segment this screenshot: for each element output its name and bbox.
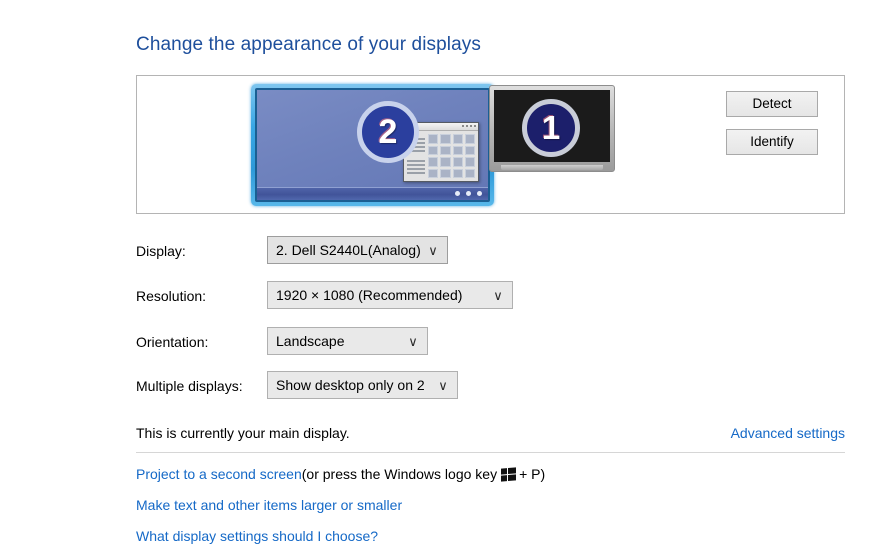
horizontal-divider [136, 452, 845, 453]
what-display-settings-line: What display settings should I choose? [136, 528, 378, 544]
multiple-displays-dropdown[interactable]: Show desktop only on 2 ∨ [267, 371, 458, 399]
display-dropdown-value: 2. Dell S2440L(Analog) [276, 242, 421, 258]
resolution-dropdown-value: 1920 × 1080 (Recommended) [276, 287, 463, 303]
monitor-preview-2[interactable]: 2 [251, 84, 494, 206]
monitor-number-badge-2: 2 [357, 101, 419, 163]
make-text-larger-line: Make text and other items larger or smal… [136, 497, 402, 513]
orientation-label: Orientation: [136, 334, 209, 350]
project-to-second-screen-link[interactable]: Project to a second screen [136, 466, 302, 482]
multiple-displays-label: Multiple displays: [136, 378, 243, 394]
project-to-second-screen-line: Project to a second screen (or press the… [136, 466, 545, 482]
monitor-2-taskbar [257, 187, 488, 200]
project-hint-prefix: (or press the Windows logo key [301, 466, 498, 482]
monitor-1-stand [501, 165, 603, 170]
resolution-dropdown[interactable]: 1920 × 1080 (Recommended) ∨ [267, 281, 513, 309]
multiple-displays-dropdown-value: Show desktop only on 2 [276, 377, 425, 393]
monitor-number-badge-1: 1 [522, 99, 580, 157]
resolution-label: Resolution: [136, 288, 207, 304]
make-text-larger-link[interactable]: Make text and other items larger or smal… [136, 497, 402, 513]
windows-logo-key-icon [501, 466, 517, 482]
taskbar-dots-icon [455, 191, 482, 196]
chevron-down-icon: ∨ [408, 333, 418, 349]
display-label: Display: [136, 243, 186, 259]
orientation-dropdown-value: Landscape [276, 333, 345, 349]
main-display-status-text: This is currently your main display. [136, 425, 350, 441]
chevron-down-icon: ∨ [428, 242, 438, 258]
what-display-settings-link[interactable]: What display settings should I choose? [136, 528, 378, 544]
detect-button[interactable]: Detect [726, 91, 818, 117]
chevron-down-icon: ∨ [493, 287, 503, 303]
monitor-preview-1[interactable]: 1 [489, 85, 615, 172]
display-preview-panel[interactable]: 2 1 Detect Identify [136, 75, 845, 214]
orientation-dropdown[interactable]: Landscape ∨ [267, 327, 428, 355]
page-title: Change the appearance of your displays [136, 34, 481, 55]
advanced-settings-link[interactable]: Advanced settings [731, 425, 845, 441]
identify-button[interactable]: Identify [726, 129, 818, 155]
project-hint-suffix: + P) [519, 466, 546, 482]
chevron-down-icon: ∨ [438, 377, 448, 393]
display-dropdown[interactable]: 2. Dell S2440L(Analog) ∨ [267, 236, 448, 264]
